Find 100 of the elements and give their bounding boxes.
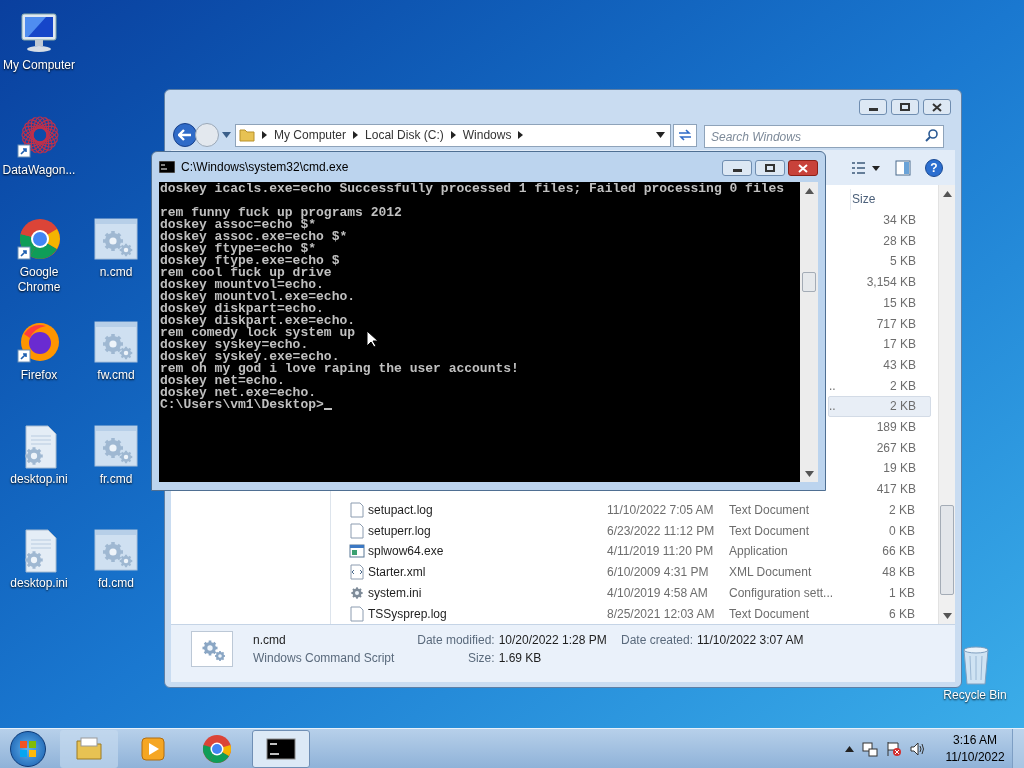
console-line: doskey mountvol.exe=echo.	[160, 291, 357, 303]
file-size: 417 KB	[876, 481, 916, 499]
back-button[interactable]	[173, 123, 197, 147]
scrollbar[interactable]	[800, 182, 818, 482]
minimize-button[interactable]	[859, 99, 887, 115]
column-header[interactable]: Size	[850, 189, 920, 210]
file-type: XML Document	[729, 564, 812, 582]
help-button[interactable]: ?	[925, 158, 943, 177]
file-type: Text Document	[729, 501, 810, 519]
file-size: 1 KB	[889, 584, 915, 602]
close-button[interactable]	[923, 99, 951, 115]
console-line: rem oh my god i love raping the user accounts!	[160, 363, 520, 375]
desktop-icon-label[interactable]: fd.cmd	[98, 576, 134, 591]
field-value: 11/10/2022 3:07 AM	[697, 632, 804, 649]
preview-pane-icon	[895, 159, 911, 176]
file-size: 189 KB	[876, 419, 916, 437]
file-type: Windows Command Script	[253, 650, 396, 667]
scroll-down-arrow-icon	[804, 471, 814, 477]
file-explorer-button[interactable]	[60, 729, 118, 768]
up-arrow-icon	[845, 745, 854, 752]
desktop-icon-label[interactable]: desktop.ini	[10, 576, 68, 591]
file-type: Configuration sett...	[729, 584, 834, 602]
field-value: 1.69 KB	[498, 650, 543, 667]
breadcrumb-arrow-icon	[450, 131, 456, 139]
chrome-icon	[201, 732, 233, 765]
clock-date[interactable]: 11/10/2022	[945, 748, 1005, 766]
date-modified: 4/11/2019 11:20 PM	[607, 544, 714, 559]
close-icon	[932, 102, 942, 112]
chrome-icon	[16, 217, 62, 263]
field-label: Size:	[466, 650, 495, 667]
file-name: n.cmd	[253, 632, 287, 649]
desktop-icon-label[interactable]: My Computer	[3, 58, 75, 73]
gear-icon	[349, 584, 365, 601]
desktop-icon-label[interactable]: n.cmd	[99, 265, 133, 280]
flag-icon	[886, 740, 902, 757]
breadcrumb-item[interactable]: Local Disk (C:)	[365, 126, 444, 144]
desktop-icon-label[interactable]: fw.cmd	[97, 368, 135, 383]
scrollbar-thumb[interactable]	[802, 272, 816, 292]
maximize-icon	[765, 164, 775, 172]
desktop-icon-label[interactable]: fr.cmd	[99, 472, 133, 487]
view-options-icon	[851, 160, 881, 175]
console-line: doskey diskpart=echo.	[160, 303, 324, 315]
show-desktop-button[interactable]	[1012, 729, 1024, 768]
file-name[interactable]: Starter.xml	[368, 563, 426, 582]
command-prompt[interactable]: C:\Users\vm1\Desktop>	[160, 399, 324, 411]
pattern-icon	[16, 115, 62, 161]
back-arrow-icon	[178, 129, 192, 141]
speaker-icon	[910, 740, 926, 757]
console-line: doskey mountvol=echo.	[160, 279, 324, 291]
search-field[interactable]: Search Windows	[704, 125, 944, 148]
breadcrumb-item[interactable]: My Computer	[274, 126, 347, 144]
selected-row[interactable]: .. 2 KB	[828, 396, 931, 417]
scrollbar[interactable]	[938, 185, 955, 624]
file-size: 2 KB	[889, 501, 915, 519]
file-size: 19 KB	[883, 460, 916, 478]
date-modified: 4/10/2019 4:58 AM	[607, 585, 708, 600]
file-size: 43 KB	[883, 356, 916, 374]
file-size: 717 KB	[876, 315, 916, 333]
file-type: ..	[829, 399, 836, 414]
desktop-icon-label[interactable]: Firefox	[20, 368, 58, 383]
maximize-button[interactable]	[755, 160, 785, 176]
file-name[interactable]: setupact.log	[368, 500, 433, 519]
close-button[interactable]	[788, 160, 818, 176]
clock-time[interactable]: 3:16 AM	[953, 731, 997, 749]
file-size: 17 KB	[883, 336, 916, 354]
search-icon	[925, 128, 938, 142]
file-name[interactable]: TSSysprep.log	[368, 604, 447, 623]
minimize-button[interactable]	[722, 160, 752, 176]
file-size: 5 KB	[890, 253, 916, 271]
console-line: rem funny fuck up programs 2012	[160, 207, 403, 219]
document-icon	[349, 501, 365, 518]
desktop-icon-label[interactable]: DataWagon...	[2, 163, 76, 178]
desktop-icon-label[interactable]: desktop.ini	[10, 472, 68, 487]
command-prompt-button[interactable]	[252, 729, 310, 768]
file-type: ..	[829, 378, 836, 393]
start-button[interactable]	[10, 730, 46, 767]
file-type: Application	[729, 543, 788, 561]
date-modified: 6/23/2022 11:12 PM	[607, 523, 715, 538]
desktop-icon-label[interactable]: Google Chrome	[0, 265, 78, 295]
file-name[interactable]: setuperr.log	[368, 521, 431, 540]
maximize-button[interactable]	[891, 99, 919, 115]
breadcrumb-item[interactable]: Windows	[462, 126, 512, 144]
console-line: doskey net.exe=echo.	[160, 387, 317, 399]
minimize-icon	[732, 169, 742, 172]
file-size: 28 KB	[883, 232, 916, 250]
address-field[interactable]: My Computer Local Disk (C:) Windows	[235, 123, 671, 147]
file-name[interactable]: splwow64.exe	[368, 542, 444, 561]
refresh-button[interactable]	[673, 123, 697, 147]
document-icon	[349, 522, 365, 539]
console-line: doskey diskpart.exe=echo.	[160, 315, 357, 327]
field-label: Date modified:	[416, 632, 495, 649]
field-label: Date created:	[621, 632, 694, 649]
maximize-icon	[900, 103, 910, 111]
file-size: 2 KB	[890, 398, 916, 416]
file-size: 48 KB	[882, 564, 915, 582]
scroll-up-arrow-icon	[942, 191, 952, 197]
file-name[interactable]: system.ini	[368, 583, 422, 602]
scrollbar-thumb[interactable]	[940, 505, 954, 595]
minimize-icon	[868, 108, 878, 111]
date-modified: 11/10/2022 7:05 AM	[607, 502, 714, 517]
